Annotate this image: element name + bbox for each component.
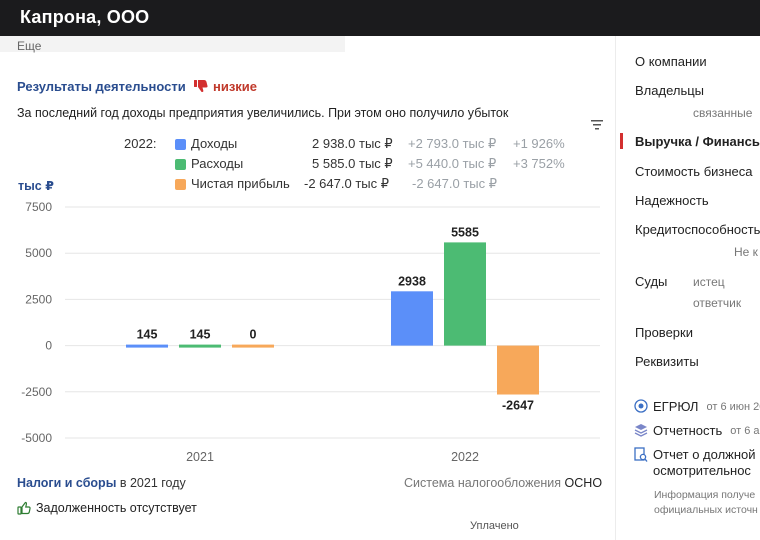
sidebar-credit-note: Не к	[734, 245, 758, 259]
data-label: 145	[190, 328, 211, 342]
egrul-date: от 6 июн 20	[706, 401, 760, 413]
data-label: -2647	[502, 399, 534, 413]
sidebar-nav: О компании Владельцы связанные Выручка /…	[615, 36, 760, 540]
legend-swatch-expenses	[175, 159, 186, 170]
bar	[391, 291, 433, 346]
results-summary: За последний год доходы предприятия увел…	[17, 106, 509, 120]
sidebar-info-note: Информация получе официальных источн	[654, 488, 758, 518]
legend-label-profit: Чистая прибыль	[191, 176, 290, 191]
sidebar-sub-defendant[interactable]: ответчик	[693, 296, 741, 310]
egrul-label: ЕГРЮЛ	[653, 399, 699, 414]
bar	[179, 344, 221, 348]
report-date: от 6 а	[730, 425, 760, 437]
bar	[444, 242, 486, 346]
sidebar-item-about[interactable]: О компании	[635, 54, 707, 69]
thumbs-down-icon	[194, 80, 208, 92]
legend-value-income: 2 938.0 тыс ₽	[312, 136, 393, 151]
sidebar-sub-plaintiff[interactable]: истец	[693, 275, 725, 289]
sidebar-doc-diligence[interactable]: Отчет о должной осмотрительнос	[634, 447, 756, 479]
sidebar-sub-related[interactable]: связанные	[693, 106, 752, 120]
results-rating: низкие	[193, 78, 257, 94]
x-tick-label: 2021	[186, 450, 214, 464]
x-tick-label: 2022	[451, 450, 479, 464]
finance-bar-chart: 7500 5000 2500 0 -2500 -5000 2021 145 145 0 2022 29…	[21, 200, 600, 464]
more-link[interactable]: Еще	[17, 39, 41, 53]
legend-delta-pct-expenses: +3 752%	[513, 156, 565, 171]
results-title[interactable]: Результаты деятельности	[17, 79, 186, 94]
info-line-1: Информация получе	[654, 489, 756, 501]
debt-status: Задолженность отсутствует	[17, 501, 197, 515]
paid-label: Уплачено	[470, 520, 519, 532]
data-label: 145	[137, 328, 158, 342]
chart-menu-icon[interactable]	[590, 118, 604, 132]
sidebar-item-reliability[interactable]: Надежность	[635, 193, 709, 208]
document-search-icon	[634, 447, 648, 462]
taxes-year: в 2021 году	[119, 476, 186, 490]
taxes-heading: Налоги и сборы в 2021 году	[17, 476, 186, 490]
sidebar-doc-report[interactable]: Отчетность от 6 а	[634, 423, 760, 438]
diligence-line-2: осмотрительнос	[653, 463, 751, 478]
legend-year: 2022:	[124, 136, 157, 151]
tax-system: Система налогообложения ОСНО	[404, 476, 602, 490]
sidebar-item-value[interactable]: Стоимость бизнеса	[635, 164, 753, 179]
data-label: 0	[250, 328, 257, 342]
tax-system-label: Система налогообложения	[404, 476, 562, 490]
diligence-line-1: Отчет о должной	[653, 447, 756, 462]
y-tick-label: 2500	[25, 292, 52, 306]
sidebar-item-courts[interactable]: Суды	[635, 274, 667, 289]
header-subbar: Еще	[0, 36, 345, 53]
bar	[126, 344, 168, 348]
sidebar-item-revenue[interactable]: Выручка / Финансы	[635, 134, 760, 149]
emblem-icon	[634, 399, 648, 413]
y-tick-label: 7500	[25, 200, 52, 214]
main-content: Результаты деятельности низкие За послед…	[0, 52, 615, 540]
legend-label-income: Доходы	[191, 136, 238, 151]
legend-value-expenses: 5 585.0 тыс ₽	[312, 156, 393, 171]
legend-label-expenses: Расходы	[191, 156, 244, 171]
y-tick-label: 5000	[25, 246, 52, 260]
sidebar-item-owners[interactable]: Владельцы	[635, 83, 704, 98]
bar	[232, 344, 274, 348]
layers-icon	[634, 424, 648, 437]
y-tick-label: 0	[45, 339, 52, 353]
info-line-2: официальных источн	[654, 504, 758, 516]
report-label: Отчетность	[653, 423, 723, 438]
chart-y-unit: тыс ₽	[18, 179, 54, 193]
company-header: Капрона, ООО	[0, 0, 760, 36]
sidebar-active-marker	[620, 133, 623, 149]
company-title: Капрона, ООО	[20, 7, 150, 27]
y-tick-label: -5000	[21, 431, 52, 445]
taxes-title[interactable]: Налоги и сборы	[17, 476, 116, 490]
sidebar-doc-egrul[interactable]: ЕГРЮЛ от 6 июн 20	[634, 399, 760, 414]
legend-swatch-income	[175, 139, 186, 150]
legend-value-profit: -2 647.0 тыс ₽	[304, 176, 389, 191]
sidebar-item-checks[interactable]: Проверки	[635, 325, 693, 340]
legend-delta-pct-income: +1 926%	[513, 136, 565, 151]
legend-delta-abs-profit: -2 647.0 тыс ₽	[412, 176, 497, 191]
thumbs-up-icon	[17, 501, 31, 515]
legend-delta-abs-expenses: +5 440.0 тыс ₽	[408, 156, 497, 171]
legend-delta-abs-income: +2 793.0 тыс ₽	[408, 136, 497, 151]
y-tick-label: -2500	[21, 385, 52, 399]
rating-label: низкие	[213, 78, 258, 94]
sidebar-item-credit[interactable]: Кредитоспособность	[635, 222, 760, 237]
data-label: 2938	[398, 274, 426, 288]
sidebar-item-requisites[interactable]: Реквизиты	[635, 354, 699, 369]
legend-swatch-profit	[175, 179, 186, 190]
tax-system-value: ОСНО	[564, 476, 603, 490]
data-label: 5585	[451, 225, 479, 239]
debt-text: Задолженность отсутствует	[36, 501, 197, 515]
bar	[497, 345, 539, 395]
